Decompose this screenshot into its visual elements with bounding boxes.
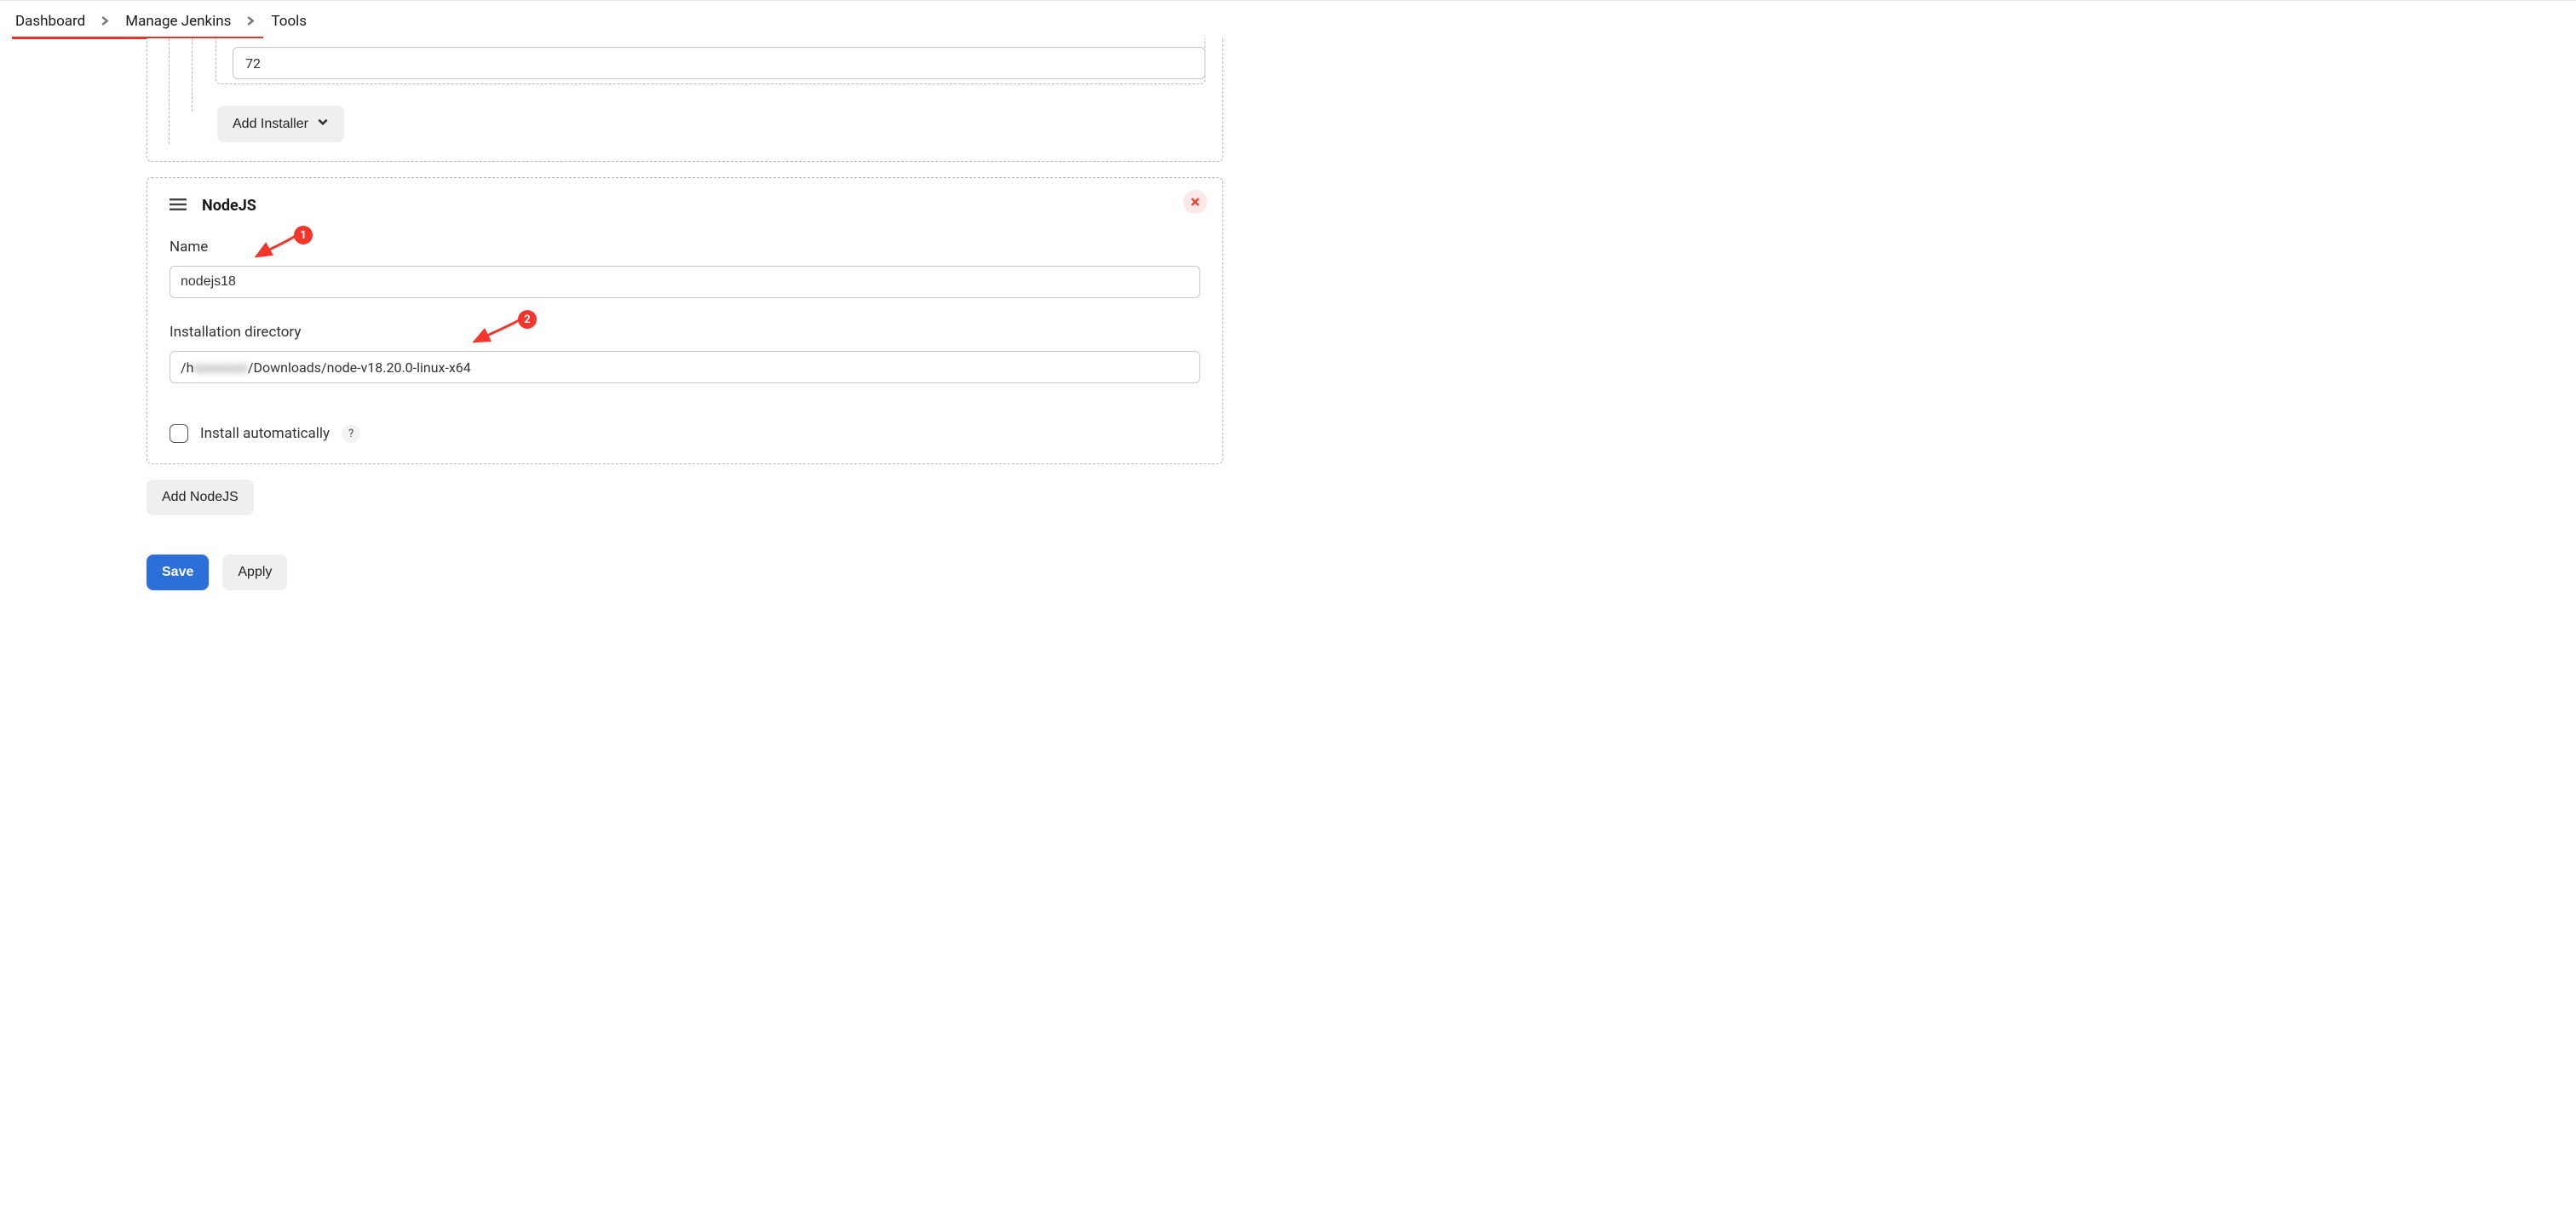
- remove-nodejs-button[interactable]: [1183, 190, 1207, 214]
- dir-suffix: /Downloads/node-v18.20.0-linux-x64: [248, 359, 471, 376]
- chevron-right-icon: [246, 13, 256, 30]
- drag-handle-icon[interactable]: [170, 198, 187, 214]
- nested-guide-2: [192, 38, 193, 112]
- add-installer-label: Add Installer: [233, 117, 308, 132]
- nested-guide-1: [169, 38, 170, 144]
- dir-masked: xxxxxxxx: [193, 359, 248, 376]
- apply-button[interactable]: Apply: [222, 555, 287, 590]
- breadcrumb: Dashboard Manage Jenkins Tools: [0, 0, 2576, 38]
- nodejs-name-input[interactable]: [170, 266, 1200, 298]
- apply-label: Apply: [238, 565, 272, 580]
- save-button[interactable]: Save: [147, 555, 209, 590]
- add-nodejs-button[interactable]: Add NodeJS: [147, 480, 254, 515]
- nodejs-name-label: Name: [170, 239, 1200, 256]
- chevron-down-icon: [317, 116, 329, 132]
- add-nodejs-label: Add NodeJS: [162, 490, 239, 505]
- breadcrumb-dashboard[interactable]: Dashboard: [15, 13, 85, 30]
- previous-input-value: 72: [245, 55, 261, 72]
- breadcrumb-manage-jenkins[interactable]: Manage Jenkins: [125, 13, 231, 30]
- footer-actions: Save Apply: [147, 555, 1223, 624]
- chevron-right-icon: [101, 13, 110, 30]
- help-icon[interactable]: ?: [342, 424, 360, 443]
- nodejs-dir-label: Installation directory: [170, 324, 1200, 341]
- page-scroll-area[interactable]: 72 Add Installer NodeJS: [0, 38, 2576, 635]
- nodejs-dir-input[interactable]: /h xxxxxxxx /Downloads/node-v18.20.0-lin…: [170, 351, 1200, 383]
- close-icon: [1190, 194, 1200, 210]
- previous-tool-card: 72 Add Installer: [147, 38, 1223, 162]
- previous-input[interactable]: 72: [233, 47, 1205, 79]
- install-automatically-checkbox[interactable]: [170, 424, 188, 443]
- install-automatically-label: Install automatically: [200, 425, 330, 442]
- add-installer-button[interactable]: Add Installer: [217, 106, 344, 142]
- save-label: Save: [162, 565, 193, 580]
- breadcrumb-tools[interactable]: Tools: [271, 13, 307, 30]
- nodejs-card: NodeJS Name Installation directory /h: [147, 177, 1223, 464]
- dir-prefix: /h: [181, 359, 193, 376]
- nodejs-section-title: NodeJS: [202, 197, 256, 215]
